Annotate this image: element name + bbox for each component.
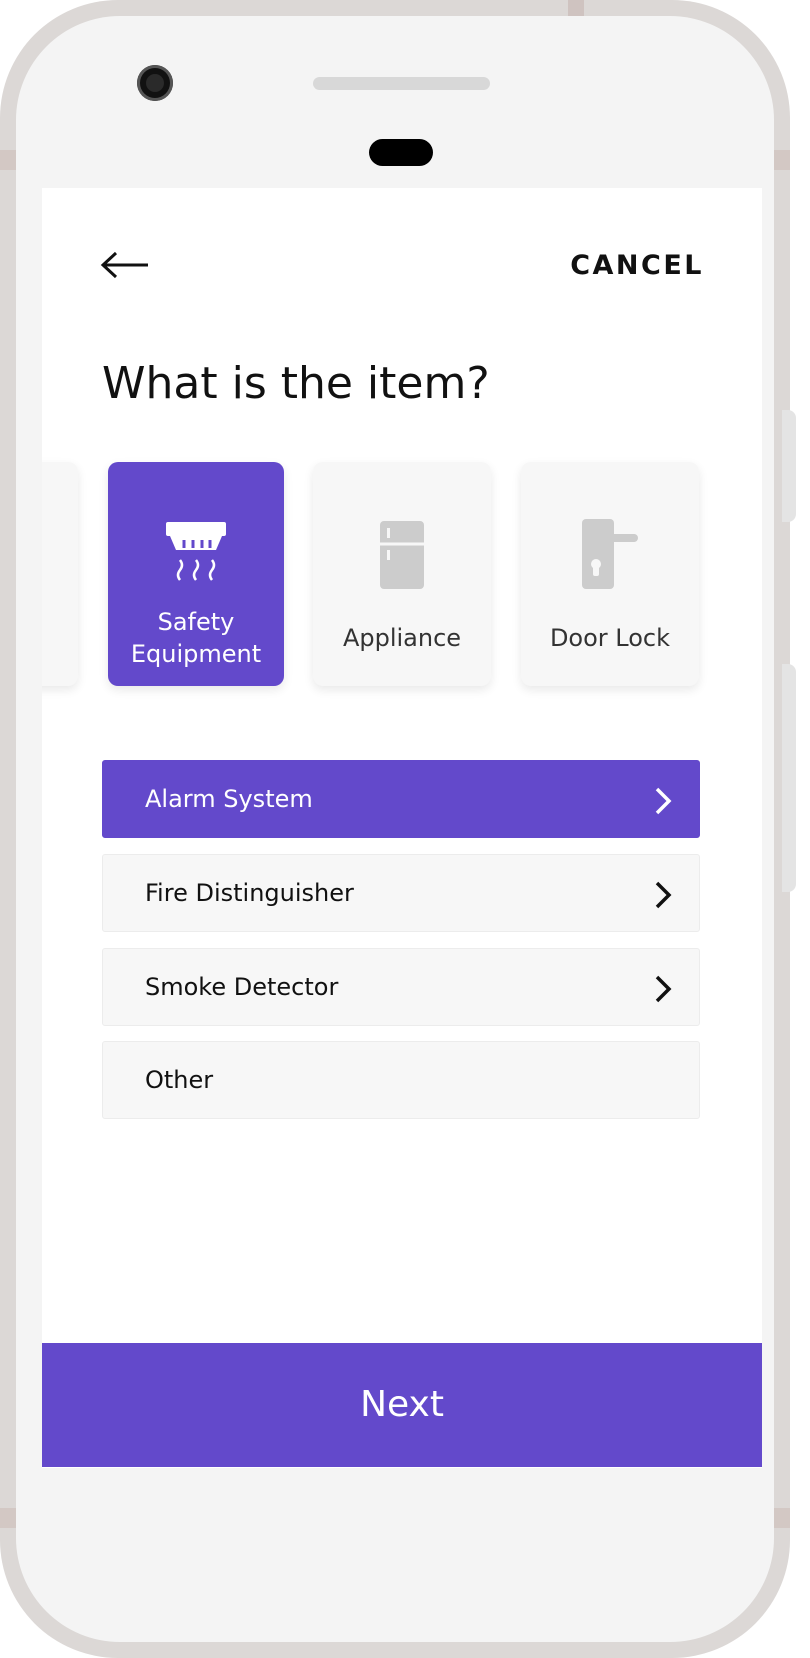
category-card-hidden[interactable] [42,462,78,686]
page-title: What is the item? [102,358,490,409]
list-item-label: Fire Distinguisher [145,879,354,907]
list-item-label: Smoke Detector [145,973,339,1001]
category-card-door-lock[interactable]: Door Lock [521,462,699,686]
frame-band-left-bottom [0,1508,16,1528]
list-item-fire-distinguisher[interactable]: Fire Distinguisher [102,854,700,932]
list-item-label: Other [145,1066,214,1094]
power-button[interactable] [782,664,796,892]
category-card-safety-equipment[interactable]: Safety Equipment [108,462,284,686]
category-label: Door Lock [549,624,671,652]
speaker-grille [313,77,490,90]
frame-band-right-bottom [774,1508,790,1528]
list-item-other[interactable]: Other [102,1041,700,1119]
frame-notch [568,0,584,16]
category-label: Appliance [342,624,462,652]
frame-band-left-top [0,150,16,170]
list-item-label: Alarm System [145,785,313,813]
chevron-right-icon [655,881,672,909]
cancel-button[interactable]: CANCEL [570,250,704,281]
chevron-right-icon [655,975,672,1003]
next-button[interactable]: Next [42,1343,762,1467]
list-item-alarm-system[interactable]: Alarm System [102,760,700,838]
category-label-line1: Safety [157,608,235,636]
door-handle-icon [582,519,638,589]
chevron-right-icon [655,787,672,815]
app-screen: CANCEL What is the item? Safety Equipmen… [42,188,762,1468]
smoke-detector-icon [166,522,226,581]
category-label-line2: Equipment [130,640,262,668]
volume-button[interactable] [782,410,796,522]
category-card-appliance[interactable]: Appliance [313,462,491,686]
list-item-smoke-detector[interactable]: Smoke Detector [102,948,700,1026]
front-camera [137,65,173,101]
proximity-sensor [369,139,433,166]
frame-band-right-top [774,150,790,170]
fridge-icon [380,521,424,589]
back-arrow-icon[interactable] [100,250,150,280]
